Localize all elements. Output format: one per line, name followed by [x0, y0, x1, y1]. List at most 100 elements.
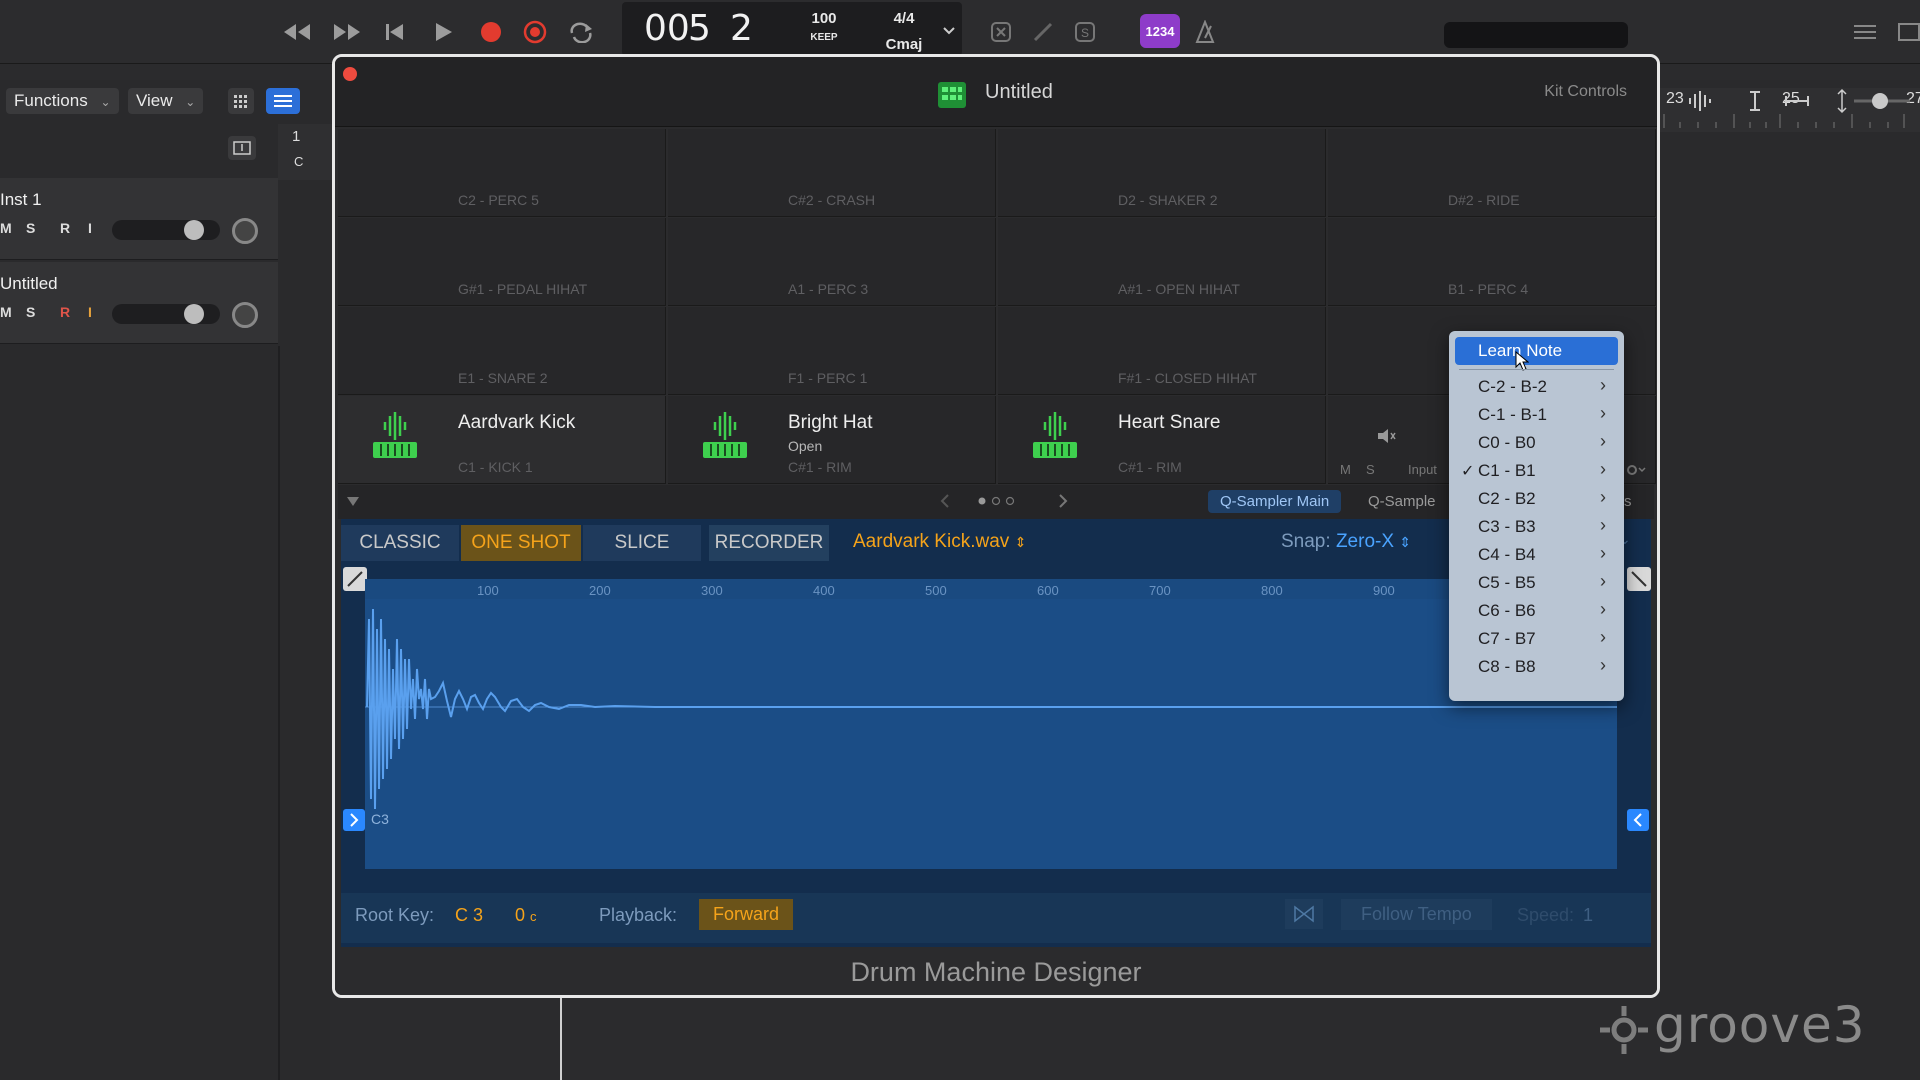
sample-file-selector[interactable]: Aardvark Kick.wav ⇕ [853, 531, 1026, 553]
track-row-inst-1[interactable]: Inst 1 M S R I [0, 178, 278, 260]
menu-item-c4-b4[interactable]: C4 - B4 › [1449, 541, 1624, 569]
functions-menu[interactable]: Functions ⌄ [6, 88, 119, 114]
pad-e1-snare-2[interactable]: E1 - SNARE 2 [338, 307, 666, 395]
record-enable-button[interactable]: R [60, 304, 70, 324]
fader-knob[interactable] [184, 304, 204, 324]
mode-classic-button[interactable]: CLASSIC [341, 525, 459, 561]
rewind-button[interactable] [280, 18, 314, 46]
input-monitor-button[interactable]: I [88, 304, 92, 324]
speaker-icon[interactable] [1376, 428, 1396, 444]
pad-note: C2 - PERC 5 [458, 192, 539, 208]
volume-fader[interactable] [112, 220, 220, 240]
solo-button[interactable]: S [26, 304, 35, 324]
gear-icon[interactable] [1625, 463, 1647, 477]
playhead[interactable] [560, 998, 562, 1080]
fade-out-button[interactable] [1627, 567, 1651, 591]
view-menu[interactable]: View ⌄ [128, 88, 204, 114]
close-button[interactable] [343, 67, 357, 81]
vertical-zoom-button[interactable] [1740, 88, 1770, 114]
kit-controls-button[interactable]: Kit Controls [1544, 83, 1627, 101]
list-view-button[interactable] [266, 88, 300, 114]
waveform-zoom-button[interactable] [1684, 88, 1714, 114]
solo-button[interactable]: S [1068, 18, 1102, 46]
waveform [365, 608, 1617, 810]
chevron-left-icon[interactable] [938, 493, 952, 509]
mute-button[interactable]: M [0, 304, 12, 324]
input-monitor-button[interactable] [1026, 18, 1060, 46]
fader-knob[interactable] [184, 220, 204, 240]
track-row-untitled[interactable]: Untitled M S R I [0, 262, 278, 344]
loop-toggle[interactable] [1285, 899, 1323, 929]
pad-b1-perc-4[interactable]: B1 - PERC 4 [1328, 218, 1656, 306]
record-button[interactable] [474, 18, 508, 46]
pad-bright-hat[interactable]: Bright Hat Open C#1 - RIM [668, 396, 996, 484]
replace-record-button[interactable] [518, 18, 552, 46]
pad-a1-perc-3[interactable]: A1 - PERC 3 [668, 218, 996, 306]
mute-button[interactable]: M [0, 220, 12, 240]
start-marker-button[interactable] [343, 809, 365, 831]
pad-ds2-ride[interactable]: D#2 - RIDE [1328, 129, 1656, 217]
pad-fs1-closed-hihat[interactable]: F#1 - CLOSED HIHAT [998, 307, 1326, 395]
list-editors-button[interactable] [1848, 18, 1882, 46]
fine-tune-value[interactable]: 0 c [515, 905, 537, 926]
play-button[interactable] [426, 18, 460, 46]
metronome-button[interactable] [1188, 18, 1222, 46]
pad-c2-perc-5[interactable]: C2 - PERC 5 [338, 129, 666, 217]
cycle-button[interactable] [564, 18, 598, 46]
pad-f1-perc-1[interactable]: F1 - PERC 1 [668, 307, 996, 395]
root-key-value[interactable]: C 3 [455, 905, 483, 926]
count-in-button[interactable]: 1234 [1140, 14, 1180, 48]
collapse-triangle-icon[interactable] [346, 495, 360, 507]
fade-in-button[interactable] [343, 567, 367, 591]
volume-fader[interactable] [112, 304, 220, 324]
menu-item-c3-b3[interactable]: C3 - B3 › [1449, 513, 1624, 541]
pan-knob[interactable] [232, 302, 258, 328]
follow-tempo-button[interactable]: Follow Tempo [1341, 899, 1492, 930]
chevron-right-icon[interactable] [1056, 493, 1070, 509]
menu-item-c0-b0[interactable]: C0 - B0 › [1449, 429, 1624, 457]
waveform-display[interactable]: 100 200 300 400 500 600 700 800 900 [365, 579, 1617, 869]
pad-d2-shaker-2[interactable]: D2 - SHAKER 2 [998, 129, 1326, 217]
fine-tune-unit: c [530, 909, 537, 924]
record-enable-button[interactable]: R [60, 220, 70, 240]
pad-mute-button[interactable]: M [1340, 462, 1351, 477]
horizontal-zoom-button[interactable] [1782, 88, 1812, 114]
pad-cs2-crash[interactable]: C#2 - CRASH [668, 129, 996, 217]
menu-item-c6-b6[interactable]: C6 - B6 › [1449, 597, 1624, 625]
mode-one-shot-button[interactable]: ONE SHOT [461, 525, 581, 561]
go-to-start-button[interactable] [378, 18, 412, 46]
playback-mode-button[interactable]: Forward [699, 899, 794, 930]
fast-forward-button[interactable] [330, 18, 364, 46]
page-dots-icon[interactable] [976, 495, 1020, 507]
input-monitor-button[interactable]: I [88, 220, 92, 240]
add-track-button[interactable] [228, 136, 256, 160]
menu-item-c-1-b-1[interactable]: C-1 - B-1 › [1449, 401, 1624, 429]
menu-item-c1-b1[interactable]: ✓ C1 - B1 › [1449, 457, 1624, 485]
grid-view-button[interactable] [228, 88, 254, 114]
low-latency-button[interactable] [984, 18, 1018, 46]
chevron-down-icon[interactable] [942, 26, 956, 36]
tab-q-sampler-detail[interactable]: Q-Sample [1368, 493, 1436, 510]
pad-gs1-pedal-hihat[interactable]: G#1 - PEDAL HIHAT [338, 218, 666, 306]
snap-selector[interactable]: Snap: Zero-X ⇕ [1281, 531, 1411, 553]
mode-recorder-button[interactable]: RECORDER [709, 525, 829, 561]
menu-item-c2-b2[interactable]: C2 - B2 › [1449, 485, 1624, 513]
speed-value[interactable]: 1 [1583, 905, 1593, 926]
pad-aardvark-kick[interactable]: Aardvark Kick C1 - KICK 1 [338, 396, 666, 484]
pad-heart-snare[interactable]: Heart Snare C#1 - RIM [998, 396, 1326, 484]
menu-item-c5-b5[interactable]: C5 - B5 › [1449, 569, 1624, 597]
lcd-display[interactable]: 00 00 5 2 100 KEEP 4/4 Cmaj [622, 2, 962, 56]
menu-item-c7-b7[interactable]: C7 - B7 › [1449, 625, 1624, 653]
learn-note-item[interactable]: Learn Note [1455, 337, 1618, 365]
zoom-slider[interactable] [1830, 88, 1910, 114]
tab-q-sampler-main[interactable]: Q-Sampler Main [1208, 490, 1342, 513]
pad-as1-open-hihat[interactable]: A#1 - OPEN HIHAT [998, 218, 1326, 306]
pan-knob[interactable] [232, 218, 258, 244]
notes-button[interactable] [1892, 18, 1920, 46]
pad-solo-button[interactable]: S [1366, 462, 1375, 477]
end-marker-button[interactable] [1627, 809, 1649, 831]
menu-item-c-2-b-2[interactable]: C-2 - B-2 › [1449, 373, 1624, 401]
menu-item-c8-b8[interactable]: C8 - B8 › [1449, 653, 1624, 681]
mode-slice-button[interactable]: SLICE [583, 525, 701, 561]
solo-button[interactable]: S [26, 220, 35, 240]
